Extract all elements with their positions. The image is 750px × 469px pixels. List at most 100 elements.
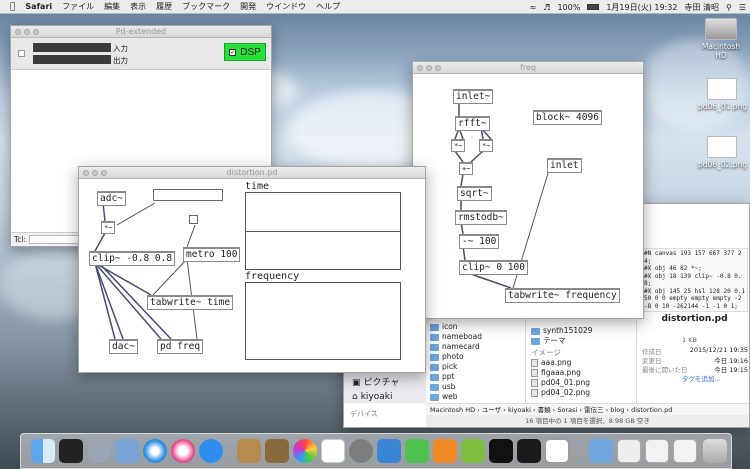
menu-app[interactable]: Safari: [25, 2, 52, 11]
path-item[interactable]: kiyoaki: [508, 406, 531, 414]
path-item[interactable]: Sorasi: [557, 406, 577, 414]
volume-icon[interactable]: ♬: [543, 3, 550, 12]
photos-dock-icon[interactable]: [293, 439, 317, 463]
desktop-icon-png2[interactable]: pd06_02.png: [698, 136, 747, 169]
object-add[interactable]: +~: [459, 162, 474, 175]
calendar-dock-icon[interactable]: [321, 439, 345, 463]
path-item[interactable]: 書類: [538, 406, 551, 414]
object-inlet-signal[interactable]: inlet~: [453, 89, 494, 104]
menu-history[interactable]: 履歴: [156, 1, 172, 12]
list-item[interactable]: figaaa.png: [527, 368, 636, 378]
path-item[interactable]: ユーザ: [482, 406, 501, 414]
list-item[interactable]: synth151029: [527, 326, 636, 336]
object-block[interactable]: block~ 4096: [533, 110, 602, 125]
sidebar-item-pictures[interactable]: ▣ ピクチャ: [348, 378, 399, 388]
window-stack-dock-icon[interactable]: [645, 439, 669, 463]
sidebar-item-home[interactable]: ⌂ kiyoaki: [348, 392, 393, 402]
object-pd-freq[interactable]: pd freq: [157, 339, 204, 354]
path-item[interactable]: 雷伝三: [584, 406, 604, 414]
object-dac[interactable]: dac~: [109, 339, 138, 354]
activity-dock-icon[interactable]: [59, 439, 83, 463]
sourcetree-dock-icon[interactable]: [405, 439, 429, 463]
list-item[interactable]: ppt: [426, 372, 525, 382]
item-label: pd04_02.png: [541, 388, 591, 397]
list-item[interactable]: icon: [426, 322, 525, 332]
sublime-dock-icon[interactable]: [433, 439, 457, 463]
object-multiply-a[interactable]: *~: [451, 139, 466, 152]
object-subtract[interactable]: -~ 100: [459, 234, 500, 249]
list-item[interactable]: photo: [426, 352, 525, 362]
object-tabwrite[interactable]: tabwrite~ frequency: [505, 288, 620, 303]
wifi-icon[interactable]: ≈: [530, 3, 537, 12]
path-item[interactable]: Macintosh HD: [430, 406, 475, 414]
window-stack-dock-icon[interactable]: [673, 439, 697, 463]
pd-dock-icon[interactable]: [545, 439, 569, 463]
array-frequency-graph[interactable]: [245, 282, 401, 360]
object-adc[interactable]: adc~: [97, 191, 126, 206]
clock[interactable]: 1月19日(火) 19:32: [606, 2, 677, 13]
finder-dock-icon[interactable]: [31, 439, 55, 463]
list-item[interactable]: usb: [426, 382, 525, 392]
itunes-dock-icon[interactable]: [171, 439, 195, 463]
object-clip[interactable]: clip~ -0.8 0.8: [89, 251, 176, 266]
title-bar[interactable]: Pd-extended: [11, 26, 271, 38]
books-dock-icon[interactable]: [237, 439, 261, 463]
desktop-icon-hd[interactable]: Macintosh HD: [696, 18, 746, 60]
menu-window[interactable]: ウインドウ: [266, 1, 306, 12]
item-label: web: [442, 392, 458, 401]
object-sqrt[interactable]: sqrt~: [457, 186, 492, 201]
path-item[interactable]: distortion.pd: [631, 406, 672, 414]
menu-edit[interactable]: 編集: [104, 1, 120, 12]
distortion-patch-window: distortion.pd adc~ *~ clip~ -0.8 0.8 met…: [78, 166, 426, 373]
launchpad-dock-icon[interactable]: [87, 439, 111, 463]
dsp-toggle[interactable]: ✓ DSP: [224, 43, 266, 61]
object-rfft[interactable]: rfft~: [455, 116, 490, 131]
add-tag-link[interactable]: タグを追加...: [682, 373, 721, 383]
object-inlet[interactable]: inlet: [547, 158, 582, 173]
object-tabwrite[interactable]: tabwrite~ time: [147, 295, 234, 310]
object-metro[interactable]: metro 100: [183, 247, 241, 262]
activity-monitor-dock-icon[interactable]: [517, 439, 541, 463]
list-item[interactable]: pick: [426, 362, 525, 372]
list-item[interactable]: web: [426, 392, 525, 402]
item-label: usb: [442, 382, 456, 391]
apple-icon[interactable]: : [10, 2, 15, 12]
menu-develop[interactable]: 開発: [240, 1, 256, 12]
list-item[interactable]: aaa.png: [527, 358, 636, 368]
app-store-dock-icon[interactable]: [199, 439, 223, 463]
list-item[interactable]: namecard: [426, 342, 525, 352]
list-item[interactable]: pd04_02.png: [527, 388, 636, 398]
safari-dock-icon[interactable]: [143, 439, 167, 463]
system-preferences-dock-icon[interactable]: [349, 439, 373, 463]
array-time-graph[interactable]: [245, 192, 401, 270]
preview-dock-icon[interactable]: [115, 439, 139, 463]
menu-bookmarks[interactable]: ブックマーク: [182, 1, 230, 12]
menu-view[interactable]: 表示: [130, 1, 146, 12]
desktop-icon-png1[interactable]: pd06_01.png: [698, 78, 747, 111]
menu-file[interactable]: ファイル: [62, 1, 94, 12]
search-icon[interactable]: ⚲: [726, 3, 732, 12]
user-name[interactable]: 寺田 清昭: [684, 2, 719, 13]
notes-dock-icon[interactable]: [265, 439, 289, 463]
menu-help[interactable]: ヘルプ: [316, 1, 340, 12]
list-icon[interactable]: ☰: [739, 3, 746, 12]
object-multiply-b[interactable]: *~: [479, 139, 494, 152]
list-item[interactable]: nameboad: [426, 332, 525, 342]
terminal-dock-icon[interactable]: [489, 439, 513, 463]
audio-checkbox[interactable]: [18, 50, 25, 57]
editor-dock-icon[interactable]: [461, 439, 485, 463]
toggle-box[interactable]: [189, 215, 198, 224]
list-item[interactable]: テーマ: [527, 336, 636, 346]
object-rmstodb[interactable]: rmstodb~: [455, 210, 507, 225]
list-item[interactable]: pd04_01.png: [527, 378, 636, 388]
folder-dock-icon[interactable]: [589, 439, 613, 463]
trash-dock-icon[interactable]: [703, 439, 727, 463]
battery-percent[interactable]: 100%: [557, 3, 580, 12]
terminal-like-dock-icon[interactable]: [377, 439, 401, 463]
path-item[interactable]: blog: [610, 406, 624, 414]
gain-slider[interactable]: [153, 189, 223, 201]
image-file-icon: [707, 78, 737, 100]
document-dock-icon[interactable]: [617, 439, 641, 463]
object-clip[interactable]: clip~ 0 100: [459, 260, 528, 275]
object-multiply[interactable]: *~: [101, 221, 116, 234]
